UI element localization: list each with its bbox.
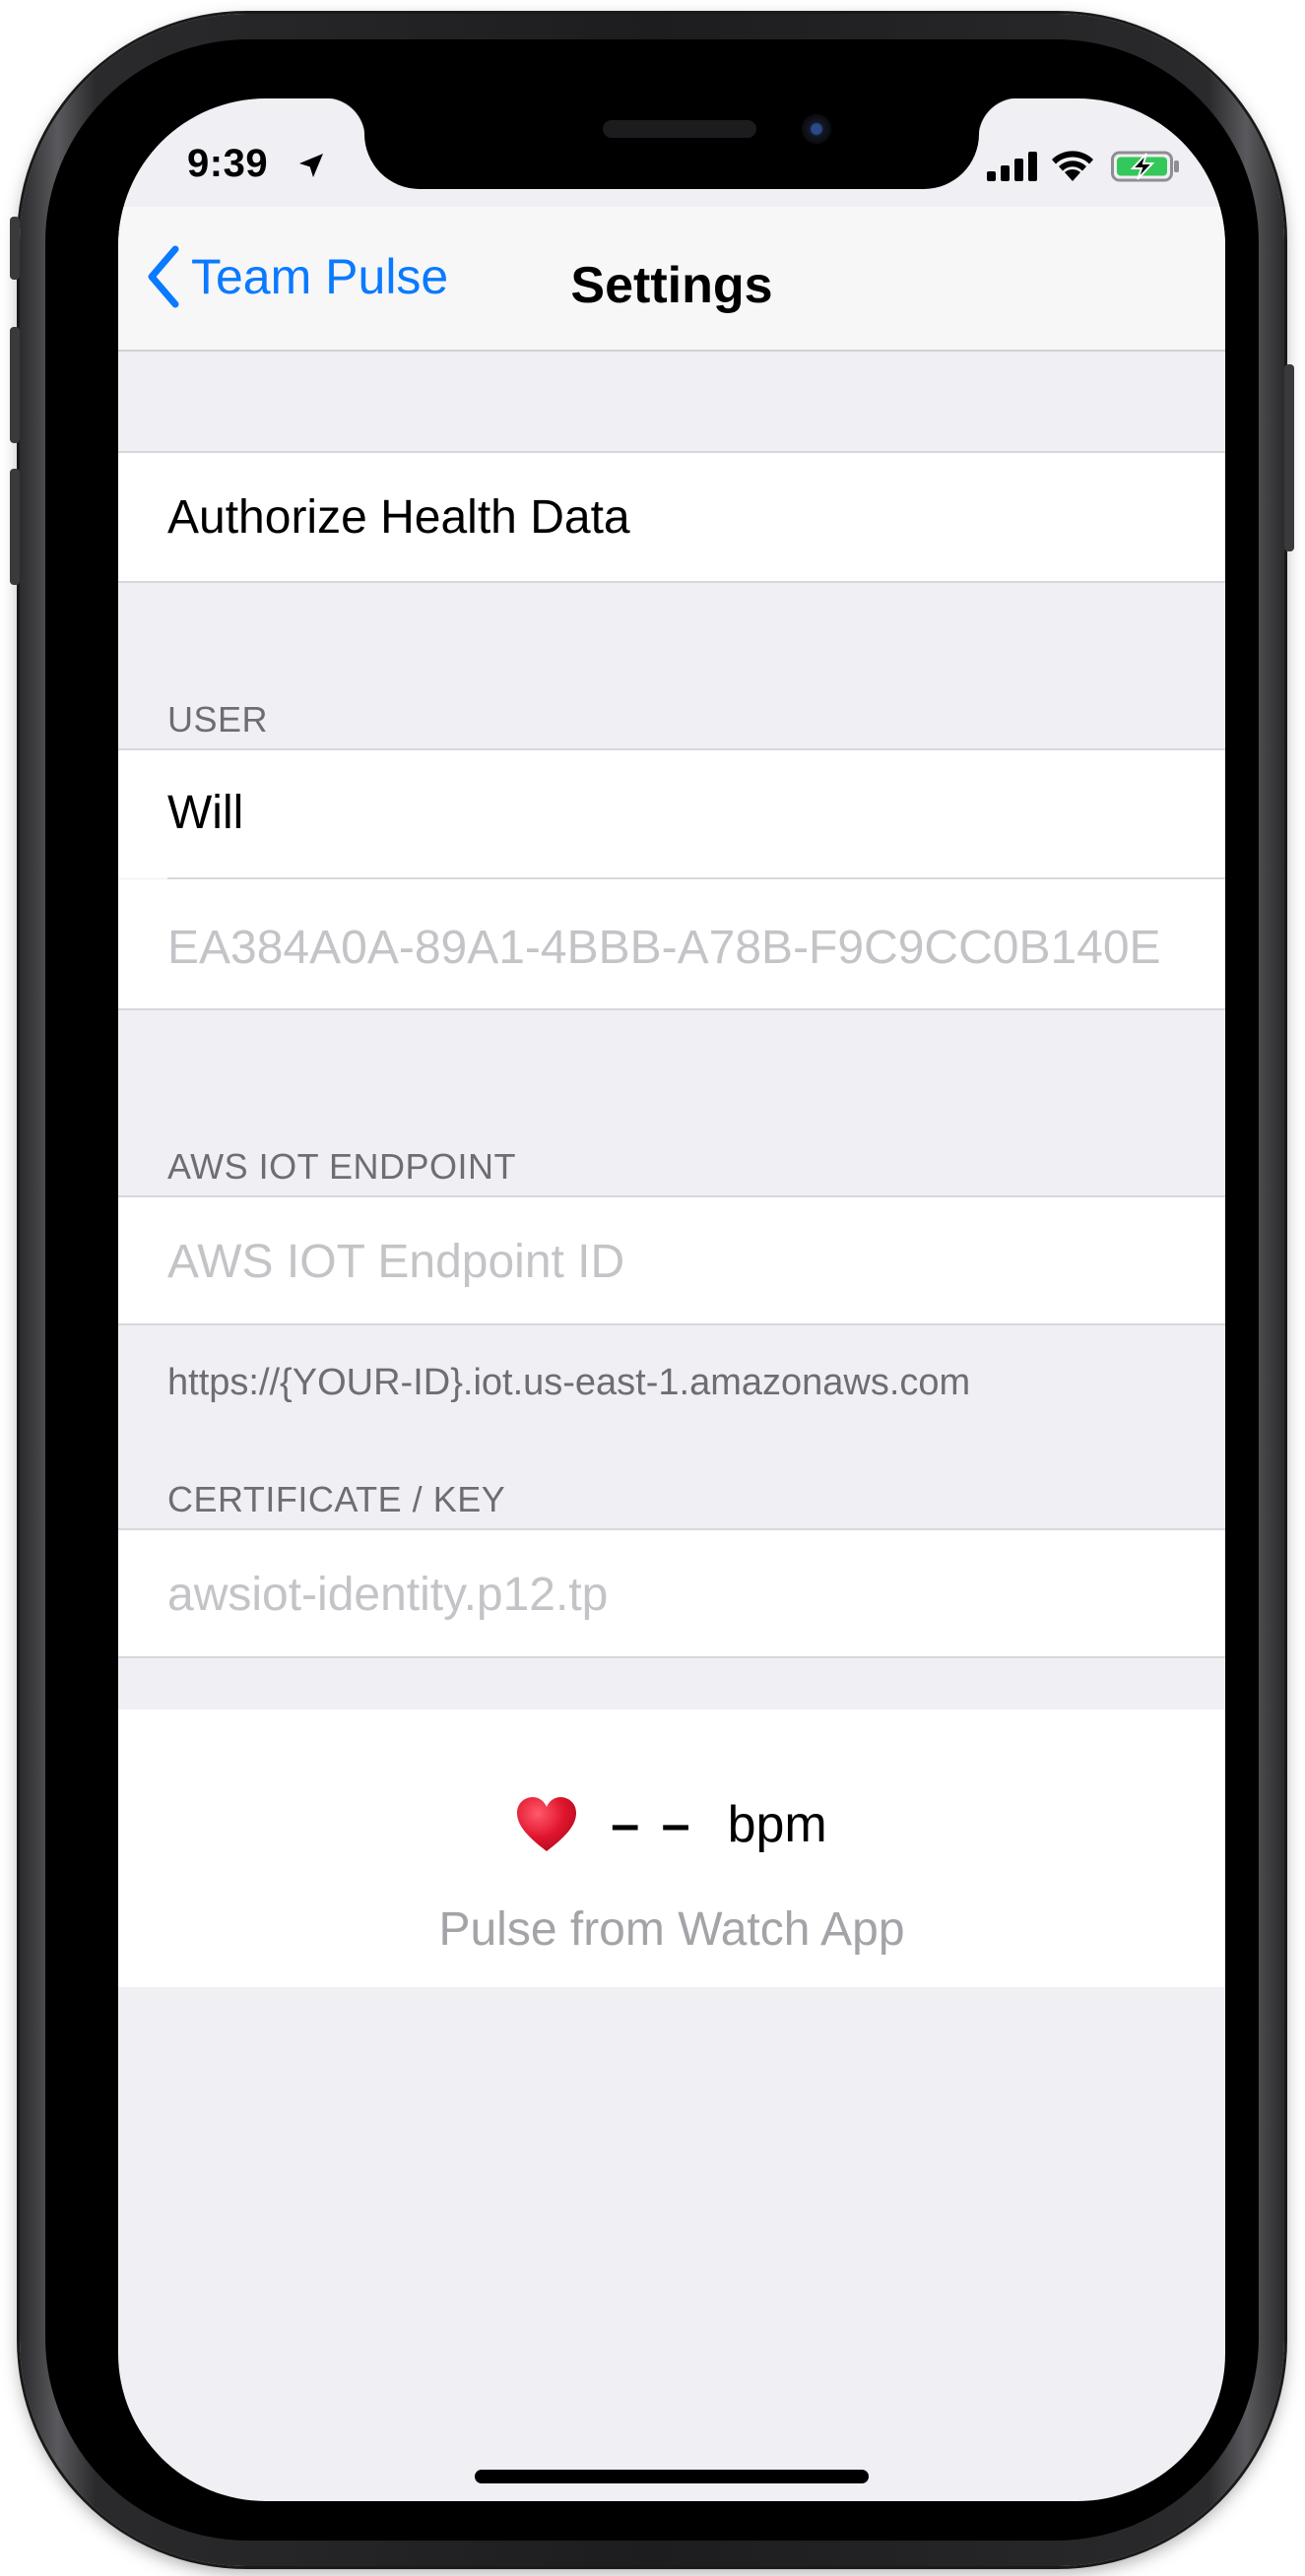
aws-endpoint-section-header: AWS IOT ENDPOINT (167, 1146, 517, 1187)
speaker-grille (603, 120, 756, 138)
volume-down-button (10, 469, 20, 585)
phone-frame: 9:39 Team Pulse Settings Authorize Healt… (10, 14, 1294, 2566)
page-title: Settings (570, 257, 773, 314)
heart-icon (517, 1797, 577, 1851)
certificate-section-header: CERTIFICATE / KEY (167, 1479, 506, 1519)
certificate-file-field[interactable]: awsiot-identity.p12.tp (167, 1568, 608, 1622)
power-button (1284, 364, 1294, 551)
user-section-header: USER (167, 699, 269, 740)
certificate-row[interactable]: awsiot-identity.p12.tp (118, 1530, 1225, 1656)
divider (118, 1323, 1225, 1325)
notch (325, 98, 1018, 189)
pulse-value: – – (611, 1796, 694, 1853)
navigation-bar: Team Pulse Settings (118, 207, 1225, 352)
divider (118, 1008, 1225, 1010)
device-id-value: EA384A0A-89A1-4BBB-A78B-F9C9CC0B140E (167, 922, 1161, 974)
aws-endpoint-row[interactable]: AWS IOT Endpoint ID (118, 1197, 1225, 1323)
pulse-unit: bpm (727, 1796, 827, 1853)
aws-endpoint-footer: https://{YOUR-ID}.iot.us-east-1.amazonaw… (167, 1362, 971, 1403)
device-id-row: EA384A0A-89A1-4BBB-A78B-F9C9CC0B140E (118, 879, 1225, 1008)
divider (118, 1656, 1225, 1658)
location-arrow-icon (299, 154, 323, 177)
screen: 9:39 Team Pulse Settings Authorize Healt… (118, 98, 1225, 2501)
user-name-field[interactable]: Will (167, 786, 243, 840)
battery-charging-icon (1111, 151, 1179, 182)
front-camera (802, 114, 831, 144)
authorize-health-label: Authorize Health Data (167, 491, 630, 544)
pulse-readout: – – bpm (118, 1795, 1225, 1854)
user-name-row[interactable]: Will (118, 750, 1225, 878)
silent-switch (10, 217, 20, 280)
authorize-health-row[interactable]: Authorize Health Data (118, 453, 1225, 581)
volume-up-button (10, 327, 20, 443)
divider (118, 581, 1225, 583)
cellular-signal-icon (987, 152, 1037, 181)
aws-endpoint-input[interactable]: AWS IOT Endpoint ID (167, 1235, 624, 1289)
wifi-icon (1052, 151, 1093, 181)
home-indicator[interactable] (475, 2470, 869, 2483)
pulse-card: – – bpm Pulse from Watch App (118, 1709, 1225, 1987)
pulse-caption: Pulse from Watch App (438, 1903, 905, 1956)
status-time: 9:39 (187, 142, 269, 185)
